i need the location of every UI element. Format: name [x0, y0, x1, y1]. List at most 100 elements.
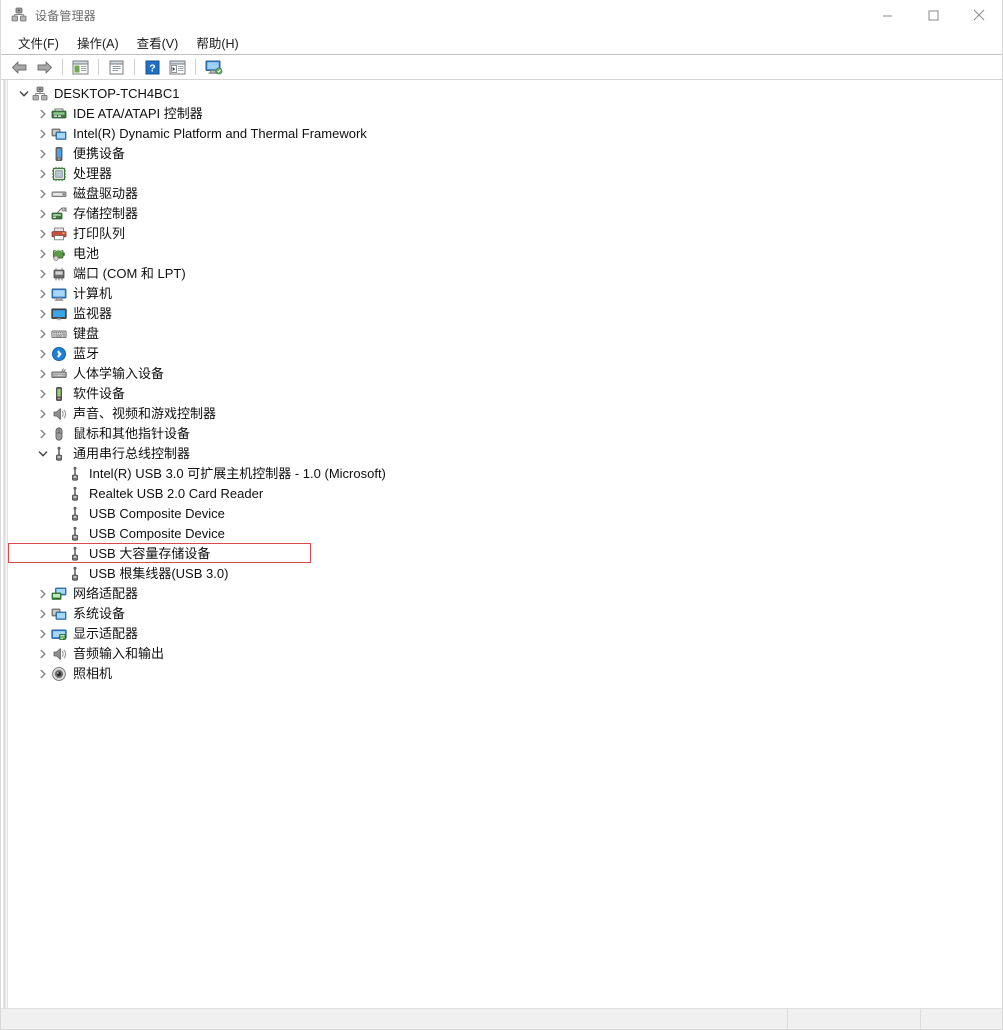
node-expander[interactable]: [35, 266, 51, 282]
chevron-right-icon: [40, 589, 46, 599]
chevron-right-icon: [40, 209, 46, 219]
tree-node-label: 电池: [73, 246, 100, 261]
forward-button[interactable]: [32, 56, 56, 78]
node-expander[interactable]: [35, 206, 51, 222]
tree-node[interactable]: 监视器: [8, 304, 1002, 324]
node-expander[interactable]: [35, 126, 51, 142]
chevron-right-icon: [40, 289, 46, 299]
node-expander[interactable]: [35, 166, 51, 182]
node-expander[interactable]: [35, 626, 51, 642]
node-expander[interactable]: [35, 366, 51, 382]
minimize-button[interactable]: [864, 0, 910, 30]
tree-node[interactable]: 声音、视频和游戏控制器: [8, 404, 1002, 424]
menu-action[interactable]: 操作(A): [68, 30, 128, 55]
chevron-right-icon: [40, 269, 46, 279]
menu-file[interactable]: 文件(F): [9, 30, 68, 55]
tree-node[interactable]: 照相机: [8, 664, 1002, 684]
close-icon: [973, 9, 985, 21]
tree-node[interactable]: 鼠标和其他指针设备: [8, 424, 1002, 444]
chevron-right-icon: [40, 129, 46, 139]
tree-node[interactable]: 打印队列: [8, 224, 1002, 244]
tree-node-label: 音频输入和输出: [73, 646, 165, 661]
tree-node[interactable]: USB Composite Device: [8, 504, 1002, 524]
tree-node[interactable]: Intel(R) USB 3.0 可扩展主机控制器 - 1.0 (Microso…: [8, 464, 1002, 484]
tree-node-label: USB 根集线器(USB 3.0): [89, 566, 229, 581]
status-bar: [1, 1008, 1002, 1029]
tree-node-label: 端口 (COM 和 LPT): [73, 266, 186, 281]
chevron-right-icon: [40, 169, 46, 179]
tree-node[interactable]: Intel(R) Dynamic Platform and Thermal Fr…: [8, 124, 1002, 144]
tree-node[interactable]: 通用串行总线控制器: [8, 444, 1002, 464]
node-expander[interactable]: [35, 386, 51, 402]
device-tree[interactable]: DESKTOP-TCH4BC1 IDE ATA/ATAPI 控制器 Intel(R)…: [8, 80, 1002, 1029]
node-expander[interactable]: [35, 306, 51, 322]
tree-node[interactable]: USB Composite Device: [8, 524, 1002, 544]
node-expander[interactable]: [35, 346, 51, 362]
tree-node[interactable]: 存储控制器: [8, 204, 1002, 224]
tree-node[interactable]: 计算机: [8, 284, 1002, 304]
tree-node-label: 处理器: [73, 166, 113, 181]
show-hide-console-tree-button[interactable]: [68, 56, 92, 78]
tree-node[interactable]: IDE ATA/ATAPI 控制器: [8, 104, 1002, 124]
update-driver-button[interactable]: [165, 56, 189, 78]
tree-node[interactable]: 便携设备: [8, 144, 1002, 164]
tree-root-node[interactable]: DESKTOP-TCH4BC1: [8, 84, 1002, 104]
node-expander[interactable]: [35, 606, 51, 622]
tree-node[interactable]: USB 大容量存储设备: [8, 543, 1002, 564]
node-expander[interactable]: [35, 106, 51, 122]
tree-node[interactable]: 键盘: [8, 324, 1002, 344]
tree-node[interactable]: 人体学输入设备: [8, 364, 1002, 384]
scan-hardware-icon: [205, 60, 222, 75]
node-expander[interactable]: [35, 586, 51, 602]
node-expander[interactable]: [35, 446, 51, 462]
tree-node[interactable]: 端口 (COM 和 LPT): [8, 264, 1002, 284]
tree-node[interactable]: 处理器: [8, 164, 1002, 184]
tree-node-label: DESKTOP-TCH4BC1: [54, 86, 180, 101]
toolbar-separator-1: [62, 59, 63, 75]
node-expander[interactable]: [35, 246, 51, 262]
toolbar-separator-4: [195, 59, 196, 75]
root-expander[interactable]: [16, 86, 32, 102]
scan-hardware-button[interactable]: [201, 56, 225, 78]
node-expander[interactable]: [35, 406, 51, 422]
chevron-right-icon: [40, 669, 46, 679]
node-expander[interactable]: [35, 186, 51, 202]
tree-node[interactable]: USB 根集线器(USB 3.0): [8, 564, 1002, 584]
usb-icon: [56, 446, 62, 461]
tree-node-label: 人体学输入设备: [73, 366, 165, 381]
tree-node[interactable]: 电池: [8, 244, 1002, 264]
node-expander[interactable]: [35, 326, 51, 342]
tree-node[interactable]: 音频输入和输出: [8, 644, 1002, 664]
window-title: 设备管理器: [35, 8, 97, 23]
maximize-button[interactable]: [910, 0, 956, 30]
processor-icon: [51, 166, 67, 182]
node-expander[interactable]: [35, 146, 51, 162]
chevron-right-icon: [40, 309, 46, 319]
chevron-right-icon: [40, 409, 46, 419]
system-device-icon: [51, 608, 67, 620]
properties-button[interactable]: [104, 56, 128, 78]
node-expander[interactable]: [35, 426, 51, 442]
close-button[interactable]: [956, 0, 1002, 30]
chevron-right-icon: [40, 109, 46, 119]
back-button[interactable]: [7, 56, 31, 78]
tree-node[interactable]: 显示适配器: [8, 624, 1002, 644]
node-expander[interactable]: [35, 646, 51, 662]
tree-node[interactable]: Realtek USB 2.0 Card Reader: [8, 484, 1002, 504]
tree-node[interactable]: 软件设备: [8, 384, 1002, 404]
monitor-icon: [51, 308, 67, 321]
node-expander[interactable]: [35, 666, 51, 682]
help-button[interactable]: ?: [140, 56, 164, 78]
node-expander[interactable]: [35, 226, 51, 242]
portable-device-icon: [55, 147, 63, 161]
menu-view[interactable]: 查看(V): [128, 30, 188, 55]
tree-node[interactable]: 蓝牙: [8, 344, 1002, 364]
disk-drive-icon: [51, 191, 67, 198]
chevron-right-icon: [40, 349, 46, 359]
tree-node[interactable]: 网络适配器: [8, 584, 1002, 604]
camera-icon: [52, 667, 66, 681]
tree-node[interactable]: 系统设备: [8, 604, 1002, 624]
node-expander[interactable]: [35, 286, 51, 302]
menu-help[interactable]: 帮助(H): [187, 30, 247, 55]
tree-node[interactable]: 磁盘驱动器: [8, 184, 1002, 204]
